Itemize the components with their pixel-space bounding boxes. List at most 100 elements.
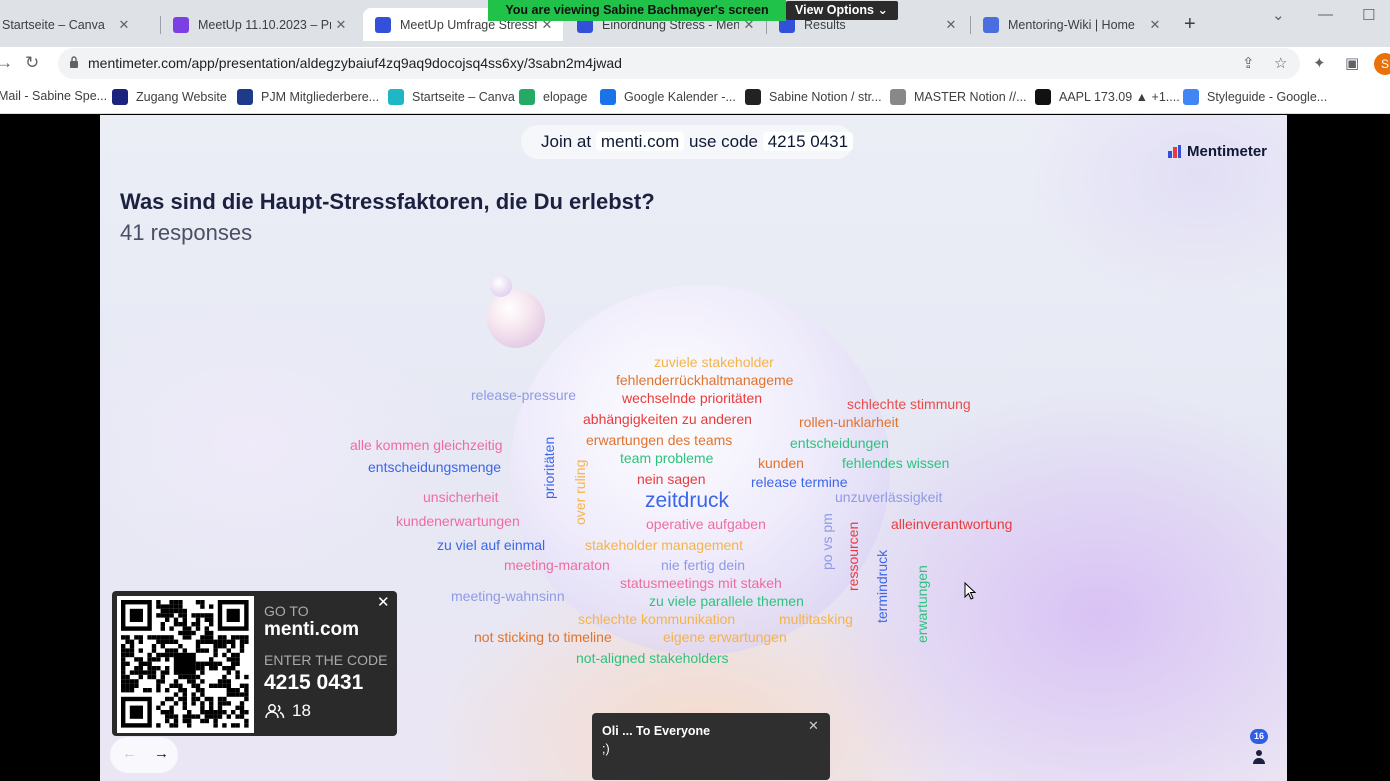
- word-cloud-item: meeting-wahnsinn: [451, 588, 565, 604]
- tab-title: Startseite – Canva: [2, 17, 105, 32]
- reload-icon[interactable]: ↻: [25, 53, 39, 73]
- word-cloud-item: entscheidungsmenge: [368, 459, 502, 475]
- word-cloud-item: schlechte stimmung: [847, 396, 971, 412]
- word-cloud-item: fehlenderrückhaltmanageme: [616, 372, 794, 388]
- previous-slide-button[interactable]: ←: [122, 745, 137, 762]
- word-cloud-item: alle kommen gleichzeitig: [350, 437, 503, 453]
- extensions-icon[interactable]: ✦: [1313, 54, 1326, 72]
- word-cloud-item: release termine: [751, 474, 848, 490]
- view-options-button[interactable]: View Options ⌄: [786, 1, 898, 20]
- word-cloud-item: unsicherheit: [423, 489, 499, 505]
- bookmark-item[interactable]: elopage: [519, 89, 588, 105]
- qr-site: menti.com: [264, 619, 360, 640]
- bookmark-item[interactable]: Zugang Website: [112, 89, 227, 105]
- bookmark-item[interactable]: Styleguide - Google...: [1183, 89, 1327, 105]
- bookmark-item[interactable]: Mail - Sabine Spe...: [0, 89, 107, 103]
- tab-favicon-icon: [375, 16, 391, 33]
- word-cloud-item: team probleme: [620, 450, 714, 466]
- word-cloud-item: nein sagen: [637, 471, 706, 487]
- word-cloud-item: zu viel auf einmal: [437, 537, 546, 553]
- side-panel-icon[interactable]: ▣: [1345, 54, 1359, 72]
- chat-message: ;): [602, 742, 610, 756]
- person-icon: [1253, 750, 1265, 764]
- word-cloud-item: release-pressure: [471, 387, 577, 403]
- bookmark-star-icon[interactable]: ☆: [1274, 54, 1287, 72]
- browser-tab[interactable]: Mentoring-Wiki | Home ✕: [971, 8, 1171, 41]
- bookmark-item[interactable]: PJM Mitgliederbere...: [237, 89, 379, 105]
- tab-close-icon[interactable]: ✕: [941, 17, 961, 33]
- screen-share-prefix: You are viewing: [505, 3, 600, 17]
- bookmark-label: AAPL 173.09 ▲ +1....: [1059, 90, 1180, 104]
- bookmark-label: MASTER Notion //...: [914, 90, 1027, 104]
- new-tab-button[interactable]: +: [1184, 13, 1196, 36]
- bookmarks-bar: Mail - Sabine Spe... Zugang Website PJM Mi…: [0, 82, 1390, 114]
- tab-separator: [970, 16, 971, 34]
- maximize-icon[interactable]: ☐: [1362, 6, 1375, 24]
- word-cloud-item: entscheidungen: [790, 435, 889, 451]
- tab-close-icon[interactable]: ✕: [1145, 17, 1165, 33]
- word-cloud-item: over ruling: [572, 459, 588, 525]
- word-cloud-item: zuviele stakeholder: [654, 354, 774, 370]
- word-cloud-item: ressourcen: [845, 521, 861, 591]
- word-cloud-item: schlechte kommunikation: [578, 611, 736, 627]
- qr-card-close-button[interactable]: ✕: [377, 593, 390, 611]
- tab-close-icon[interactable]: ✕: [331, 17, 351, 33]
- participant-count: 18: [264, 701, 311, 721]
- word-cloud-item: erwartungen: [914, 565, 930, 643]
- forward-icon[interactable]: →: [0, 53, 13, 73]
- word-cloud-item: zeitdruck: [645, 489, 730, 512]
- address-bar[interactable]: mentimeter.com/app/presentation/aldegzyb…: [58, 48, 1300, 79]
- word-cloud-item: not-aligned stakeholders: [576, 650, 729, 666]
- bookmark-item[interactable]: Google Kalender -...: [600, 89, 736, 105]
- word-cloud-item: multitasking: [779, 611, 853, 627]
- word-cloud-item: po vs pm: [819, 513, 835, 570]
- bookmark-item[interactable]: Startseite – Canva: [388, 89, 515, 105]
- tab-search-icon[interactable]: ⌄: [1272, 6, 1285, 24]
- bookmark-favicon-icon: [519, 89, 535, 105]
- bookmark-label: Google Kalender -...: [624, 90, 736, 104]
- qr-join-card: GO TO menti.com ENTER THE CODE 4215 0431…: [112, 591, 397, 736]
- word-cloud-item: kundenerwartungen: [396, 513, 520, 529]
- people-icon: [265, 704, 285, 719]
- word-cloud-item: statusmeetings mit stakeh: [620, 575, 782, 591]
- participants-indicator[interactable]: 16: [1248, 729, 1272, 769]
- qr-goto-label: GO TO: [264, 603, 309, 619]
- screen-share-presenter: Sabine Bachmayer's screen: [603, 3, 769, 17]
- browser-toolbar: → ↻ mentimeter.com/app/presentation/alde…: [0, 47, 1390, 82]
- bookmark-favicon-icon: [112, 89, 128, 105]
- next-slide-button[interactable]: →: [154, 745, 169, 762]
- share-icon[interactable]: ⇪: [1242, 54, 1255, 72]
- bookmark-item[interactable]: MASTER Notion //...: [890, 89, 1027, 105]
- shared-screen-viewport: Join at menti.com use code 4215 0431 Men…: [0, 115, 1390, 781]
- bookmark-favicon-icon: [890, 89, 906, 105]
- bookmark-label: PJM Mitgliederbere...: [261, 90, 380, 104]
- word-cloud-item: fehlendes wissen: [842, 455, 950, 471]
- participant-count-value: 18: [292, 701, 311, 720]
- bookmark-label: Mail - Sabine Spe...: [0, 89, 108, 103]
- url-text: mentimeter.com/app/presentation/aldegzyb…: [88, 55, 622, 71]
- chat-close-button[interactable]: ✕: [808, 718, 819, 734]
- browser-tab[interactable]: MeetUp 11.10.2023 – Präs✕: [161, 8, 357, 41]
- bookmark-item[interactable]: AAPL 173.09 ▲ +1....: [1035, 89, 1180, 105]
- word-cloud-item: not sticking to timeline: [474, 629, 612, 645]
- mentimeter-slide: Join at menti.com use code 4215 0431 Men…: [100, 115, 1287, 781]
- bookmark-favicon-icon: [1035, 89, 1051, 105]
- minimize-icon[interactable]: —: [1318, 6, 1333, 23]
- bookmark-favicon-icon: [237, 89, 253, 105]
- tab-close-icon[interactable]: ✕: [114, 17, 134, 33]
- bookmark-label: Startseite – Canva: [412, 90, 515, 104]
- word-cloud-item: operative aufgaben: [646, 516, 766, 532]
- browser-tab[interactable]: Startseite – Canva ✕: [0, 8, 140, 41]
- profile-avatar[interactable]: S: [1374, 53, 1390, 75]
- word-cloud-item: termindruck: [874, 549, 890, 623]
- mouse-cursor-icon: [964, 582, 976, 600]
- bookmark-label: Styleguide - Google...: [1207, 90, 1328, 104]
- bookmark-favicon-icon: [600, 89, 616, 105]
- bookmark-item[interactable]: Sabine Notion / str...: [745, 89, 882, 105]
- word-cloud-item: prioritäten: [541, 436, 557, 499]
- bookmark-favicon-icon: [388, 89, 404, 105]
- chat-notification[interactable]: Oli ... To Everyone ;) ✕: [592, 713, 830, 780]
- qr-code-icon: [117, 596, 254, 733]
- chat-sender: Oli ... To Everyone: [602, 724, 711, 738]
- word-cloud-item: abhängigkeiten zu anderen: [583, 411, 752, 427]
